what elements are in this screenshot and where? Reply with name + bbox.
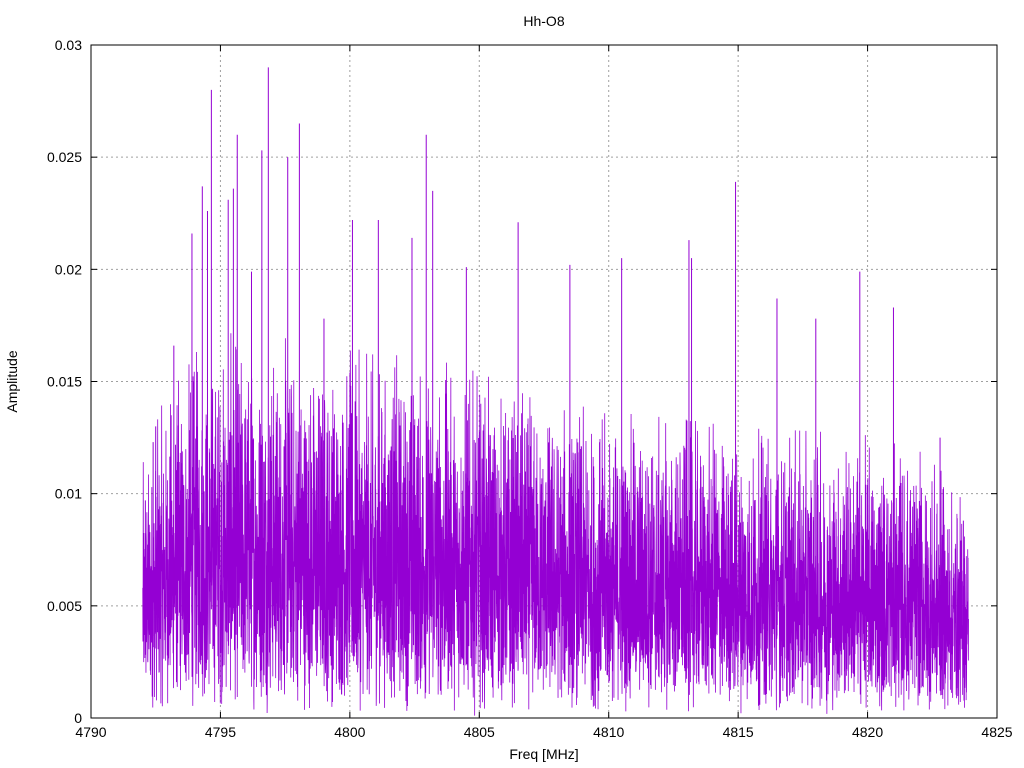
- y-tick-label: 0.03: [55, 37, 82, 53]
- x-tick-label: 4810: [593, 724, 624, 740]
- x-axis-label: Freq [MHz]: [509, 746, 578, 762]
- x-tick-label: 4805: [464, 724, 495, 740]
- chart-title: Hh-O8: [523, 13, 564, 29]
- x-tick-label: 4800: [334, 724, 365, 740]
- y-tick-label: 0.025: [47, 149, 82, 165]
- x-tick-label: 4815: [723, 724, 754, 740]
- y-tick-label: 0.015: [47, 374, 82, 390]
- y-tick-label: 0.005: [47, 598, 82, 614]
- x-tick-label: 4820: [852, 724, 883, 740]
- spectrum-chart: 4790 4795 4800 4805 4810 4815 4820 4825 0 0.005 0.…: [0, 0, 1024, 768]
- x-tick-label: 4790: [75, 724, 106, 740]
- x-tick-label: 4825: [981, 724, 1012, 740]
- y-tick-label: 0.02: [55, 261, 82, 277]
- x-tick-label: 4795: [205, 724, 236, 740]
- y-axis-label: Amplitude: [4, 350, 20, 412]
- y-tick-label: 0.01: [55, 486, 82, 502]
- y-tick-label: 0: [74, 710, 82, 726]
